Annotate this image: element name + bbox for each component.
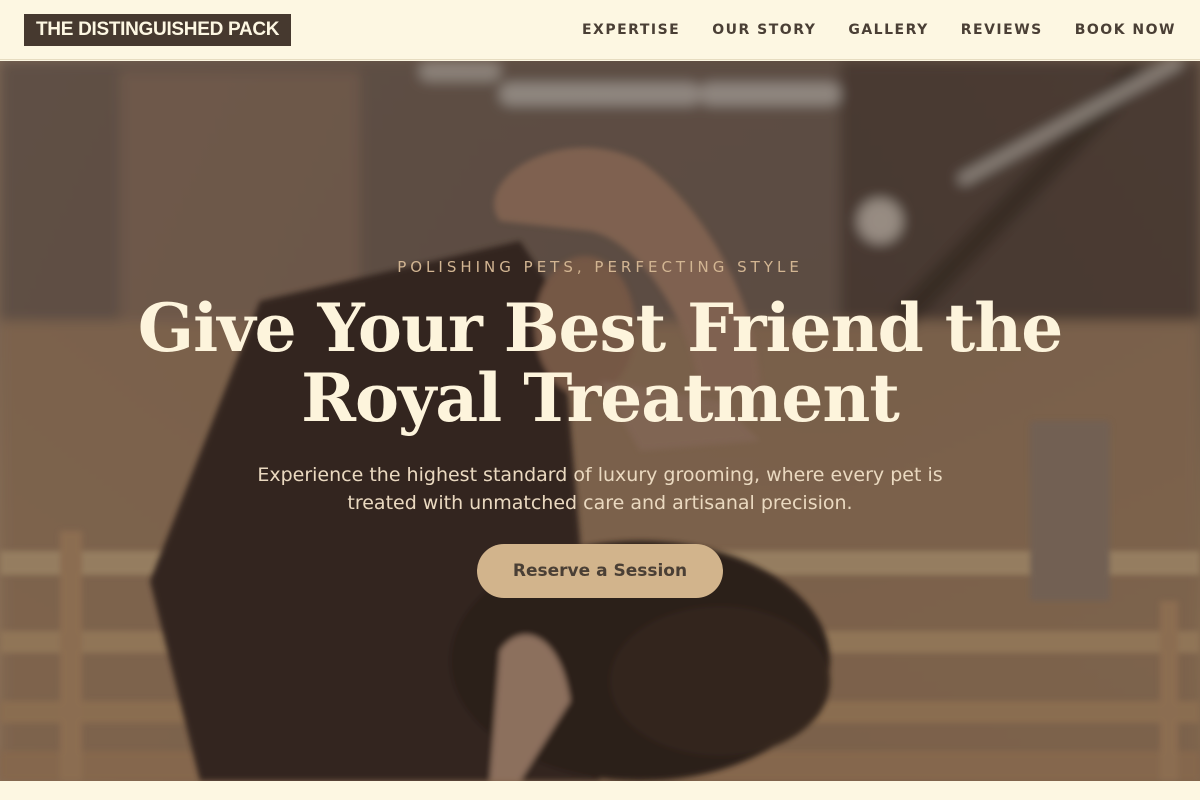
hero-content: POLISHING PETS, PERFECTING STYLE Give Yo… [0, 61, 1200, 781]
site-header: THE DISTINGUISHED PACK EXPERTISE OUR STO… [0, 0, 1200, 60]
nav-link-reviews[interactable]: REVIEWS [961, 22, 1043, 38]
hero-subtext: Experience the highest standard of luxur… [257, 464, 943, 514]
hero-tagline: POLISHING PETS, PERFECTING STYLE [397, 258, 803, 276]
nav-link-book-now[interactable]: BOOK NOW [1075, 22, 1176, 38]
main-nav: EXPERTISE OUR STORY GALLERY REVIEWS BOOK… [582, 22, 1176, 38]
page-bottom-strip [0, 781, 1200, 800]
site-logo[interactable]: THE DISTINGUISHED PACK [24, 13, 292, 46]
nav-link-expertise[interactable]: EXPERTISE [582, 22, 680, 38]
nav-link-gallery[interactable]: GALLERY [848, 22, 928, 38]
nav-link-our-story[interactable]: OUR STORY [712, 22, 816, 38]
reserve-session-button[interactable]: Reserve a Session [477, 544, 723, 598]
hero-section: POLISHING PETS, PERFECTING STYLE Give Yo… [0, 61, 1200, 781]
hero-headline: Give Your Best Friend the Royal Treatmen… [137, 289, 1063, 437]
